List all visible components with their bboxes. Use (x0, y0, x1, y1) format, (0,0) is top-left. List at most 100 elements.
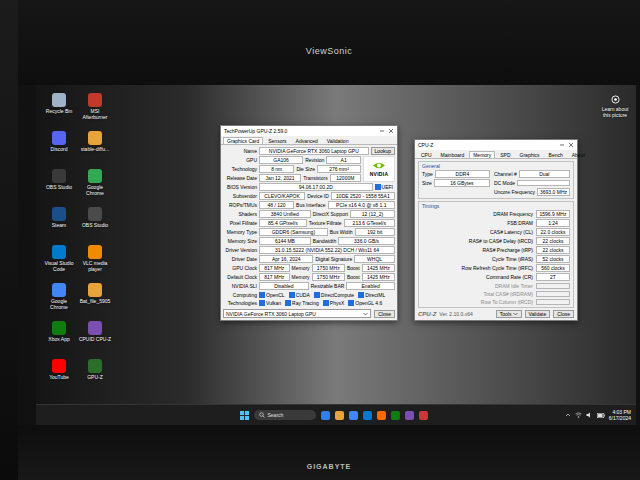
screen: Recycle Bin MSI Afterburner Discord stab… (36, 85, 636, 425)
timing-row: RAS# to CAS# Delay (tRCD) 22 clocks (422, 237, 570, 245)
feature-check[interactable]: OpenCL (259, 292, 285, 298)
desktop-icon[interactable]: VLC media player (78, 245, 112, 283)
footer-button[interactable]: Validate (525, 310, 551, 318)
desktop-icon[interactable]: GPU-Z (78, 359, 112, 397)
search-box[interactable]: Search (254, 410, 316, 420)
checkbox (285, 300, 291, 306)
version-label: Ver. 2.10.0.x64 (439, 311, 492, 317)
feature-check[interactable]: OpenGL 4.6 (348, 300, 382, 306)
close-icon[interactable] (388, 128, 394, 134)
app-icon (52, 93, 66, 107)
field-value: 1425 MHz (362, 273, 395, 281)
checkbox (348, 300, 354, 306)
feature-check[interactable]: DirectML (358, 292, 385, 298)
tab[interactable]: Graphics (516, 151, 544, 158)
desktop-icon-label: Steam (52, 222, 66, 228)
desktop-icon[interactable]: Steam (42, 207, 76, 245)
desktop-icon[interactable]: MSI Afterburner (78, 93, 112, 131)
desktop-icon[interactable]: CPUID CPU-Z (78, 321, 112, 359)
desktop-icon[interactable]: Xbox App (42, 321, 76, 359)
close-button[interactable]: Close (374, 310, 395, 318)
app-icon (88, 321, 102, 335)
desktop-icon[interactable]: OBS Studio (78, 207, 112, 245)
pinned-app-icon[interactable] (321, 411, 330, 420)
pinned-app-icon[interactable] (363, 411, 372, 420)
info-row: Subvendor CLEVO/KAPOKDevice ID 10DE 2520… (223, 192, 395, 200)
desktop-icon[interactable]: YouTube (42, 359, 76, 397)
pinned-app-icon[interactable] (419, 411, 428, 420)
lookup-button[interactable]: Lookup (371, 147, 395, 155)
tab[interactable]: Graphics Card (223, 137, 263, 144)
tab[interactable]: Sensors (264, 137, 290, 144)
feature-check[interactable]: PhysX (323, 300, 344, 306)
wifi-icon[interactable] (575, 412, 582, 418)
windows-start-icon[interactable] (240, 411, 249, 420)
field-value: Disabled (259, 282, 309, 290)
feature-check[interactable]: CUDA (289, 292, 310, 298)
pinned-app-icon[interactable] (405, 411, 414, 420)
desktop-icon[interactable]: Google Chrome (42, 283, 76, 321)
feature-check[interactable]: Vulkan (259, 300, 281, 306)
field-value (536, 283, 570, 289)
desktop-icon[interactable]: Google Chrome (78, 169, 112, 207)
info-row: DC Mode (494, 179, 570, 187)
footer-button[interactable]: Close (553, 310, 574, 318)
general-fields: Type DDR4Channel # DualSize 16 GBytesDC … (422, 170, 570, 196)
check-label: DirectML (365, 292, 385, 298)
battery-icon[interactable] (597, 413, 605, 418)
field-value: 817 MHz (259, 264, 290, 272)
feature-check[interactable]: Ray Tracing (285, 300, 319, 306)
tab[interactable]: Mainboard (437, 151, 469, 158)
tray-chevron-icon[interactable] (565, 412, 571, 418)
tab-bar: Graphics CardSensorsAdvancedValidation (221, 136, 397, 145)
pinned-app-icon[interactable] (391, 411, 400, 420)
timings-group: Timings DRAM Frequency 1596.9 MHzFSB:DRA… (418, 201, 574, 308)
tab[interactable]: About (568, 151, 589, 158)
field-label: BIOS Version (223, 184, 257, 190)
field-label: Device ID (307, 193, 329, 199)
clock[interactable]: 4:03 PM 6/17/2024 (609, 409, 631, 421)
pinned-app-icon[interactable] (335, 411, 344, 420)
minimize-icon[interactable] (559, 142, 565, 148)
desktop-icon-label: Discord (51, 146, 68, 152)
desktop-icon[interactable]: Bat_file_5905 (78, 283, 112, 321)
field-value: WHQL (354, 255, 395, 263)
field-value: 3693.0 MHz (537, 188, 570, 196)
gpu-select[interactable]: NVIDIA GeForce RTX 3060 Laptop GPU (223, 309, 371, 318)
field-value: 2T (536, 273, 570, 281)
footer-button[interactable]: Tools (496, 310, 522, 318)
desktop-icon[interactable]: Recycle Bin (42, 93, 76, 131)
info-row: NVIDIA SLI DisabledResizable BAR Enabled (223, 282, 395, 290)
field-label: Computing (223, 292, 257, 298)
tab[interactable]: CPU (417, 151, 436, 158)
feature-check[interactable]: DirectCompute (314, 292, 354, 298)
tab[interactable]: Validation (323, 137, 353, 144)
spotlight-button[interactable]: Learn about this picture (598, 95, 632, 118)
desktop-icon[interactable]: Discord (42, 131, 76, 169)
field-value: DDR4 (435, 170, 490, 178)
tab[interactable]: Advanced (292, 137, 322, 144)
tab[interactable]: Memory (469, 151, 495, 158)
desktop-icon[interactable]: stable-diffu... (78, 131, 112, 169)
minimize-icon[interactable] (379, 128, 385, 134)
system-tray: 4:03 PM 6/17/2024 (428, 409, 637, 421)
checkbox (289, 292, 295, 298)
volume-icon[interactable] (586, 412, 593, 418)
desktop-icon[interactable]: Visual Studio Code (42, 245, 76, 283)
field-label: Name (223, 148, 257, 154)
desktop-icon[interactable]: OBS Studio (42, 169, 76, 207)
select-value: NVIDIA GeForce RTX 3060 Laptop GPU (226, 311, 316, 317)
close-icon[interactable] (568, 142, 574, 148)
field-label: Uncore Frequency (494, 189, 535, 195)
pinned-app-icon[interactable] (349, 411, 358, 420)
field-value: A1 (326, 156, 361, 164)
field-value: 1750 MHz (312, 264, 345, 272)
spotlight-label: Learn about this picture (598, 106, 632, 118)
desktop-icon-label: GPU-Z (87, 374, 103, 380)
desktop: Recycle Bin MSI Afterburner Discord stab… (36, 85, 636, 404)
tab[interactable]: SPD (496, 151, 514, 158)
tab[interactable]: Bench (545, 151, 567, 158)
vendor-logo: NVIDIA (363, 156, 395, 182)
pinned-app-icon[interactable] (377, 411, 386, 420)
uefi-check[interactable]: UEFI (375, 184, 393, 190)
